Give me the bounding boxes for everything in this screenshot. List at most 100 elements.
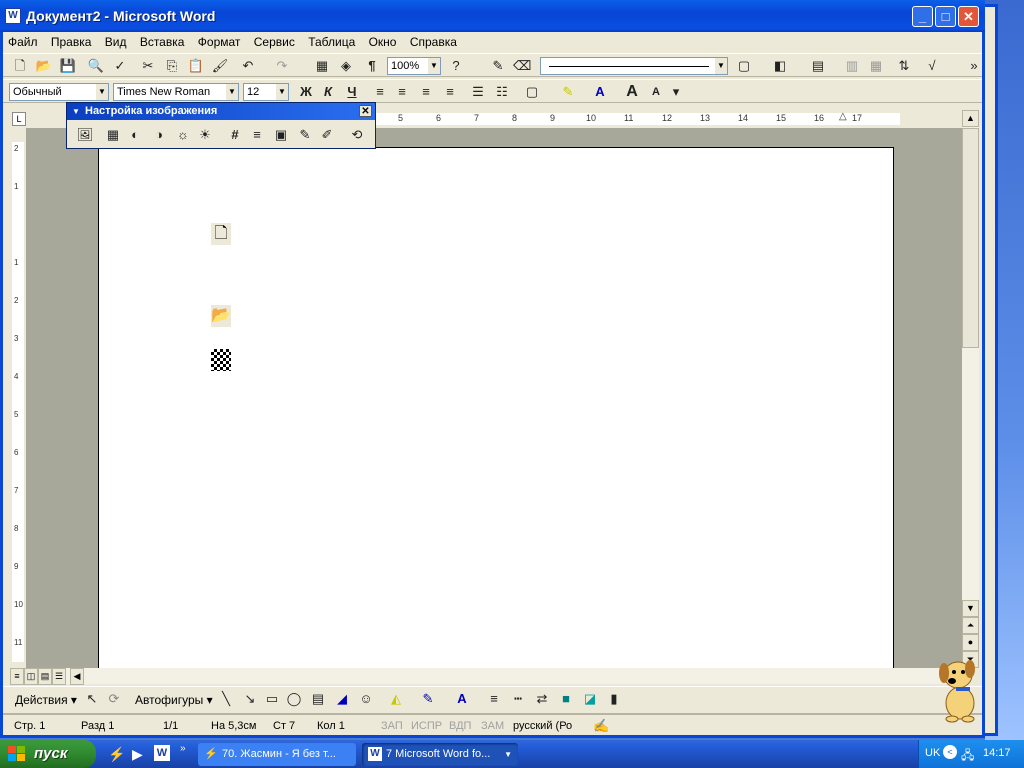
taskbar-item-winamp[interactable]: ⚡ 70. Жасмин - Я без т... [198, 743, 356, 766]
spelling-icon[interactable]: ✓ [111, 58, 129, 75]
line-icon[interactable]: ╲ [217, 691, 235, 708]
menu-table[interactable]: Таблица [303, 32, 360, 49]
copy-icon[interactable]: ⎘ [163, 58, 181, 75]
less-brightness-icon[interactable]: ☀ [195, 125, 215, 145]
document-page[interactable]: 🗋 📂 [98, 147, 894, 668]
justify-icon[interactable]: ≡ [441, 84, 459, 101]
text-box-icon[interactable]: ▤ [309, 691, 327, 708]
scroll-down-icon[interactable]: ▼ [962, 600, 979, 617]
arrow-icon[interactable]: ↘ [241, 691, 259, 708]
media-player-quicklaunch-icon[interactable]: ▶ [132, 746, 143, 763]
inline-picture-icon[interactable] [211, 349, 231, 371]
less-contrast-icon[interactable]: ◑ [149, 125, 169, 145]
status-overtype[interactable]: ЗАМ [481, 718, 504, 734]
scroll-thumb[interactable] [962, 128, 979, 348]
oval-icon[interactable]: ◯ [285, 691, 303, 708]
merge-cells-icon[interactable]: ▥ [843, 58, 861, 75]
style-select[interactable]: Обычный ▼ [9, 83, 109, 101]
format-picture-icon[interactable]: ✎ [295, 125, 315, 145]
picture-toolbar-close-button[interactable]: ✕ [359, 105, 372, 117]
dash-style-icon[interactable]: ┅ [509, 691, 527, 708]
line-style-select[interactable]: ▼ [540, 57, 728, 75]
shadow-icon[interactable]: ■ [557, 691, 575, 708]
office-assistant-dog[interactable] [930, 645, 990, 725]
bold-button[interactable]: Ж [297, 84, 315, 101]
spelling-status-icon[interactable]: ✍ [593, 718, 609, 734]
split-cells-icon[interactable]: ▦ [867, 58, 885, 75]
open-folder-icon[interactable]: 📂 [35, 58, 53, 75]
grow-font-icon[interactable]: A [623, 84, 641, 101]
underline-button[interactable]: Ч [343, 84, 361, 101]
word-doc-icon[interactable]: W [5, 8, 21, 24]
formula-icon[interactable]: √ [923, 58, 941, 75]
minimize-button[interactable]: _ [912, 6, 933, 27]
close-button[interactable]: ✕ [958, 6, 979, 27]
wordart-icon[interactable]: ◢ [333, 691, 351, 708]
menu-help[interactable]: Справка [405, 32, 462, 49]
cut-icon[interactable]: ✂ [139, 58, 157, 75]
status-extend[interactable]: ВДП [449, 718, 471, 734]
border-icon[interactable]: ▢ [735, 58, 753, 75]
toolbar-options-icon[interactable]: » [965, 58, 983, 75]
menu-format[interactable]: Формат [193, 32, 246, 49]
inline-open-folder-icon[interactable]: 📂 [211, 305, 231, 327]
font-select[interactable]: Times New Roman ▼ [113, 83, 239, 101]
rectangle-icon[interactable]: ▭ [263, 691, 281, 708]
show-formatting-icon[interactable]: ¶ [363, 58, 381, 75]
network-icon[interactable]: 🖧 [961, 746, 974, 767]
language-indicator[interactable]: UK [925, 747, 940, 759]
menu-view[interactable]: Вид [100, 32, 132, 49]
status-record[interactable]: ЗАП [381, 718, 403, 734]
actions-menu[interactable]: Действия ▾ [15, 693, 77, 707]
save-icon[interactable]: 💾 [59, 58, 77, 75]
compress-pictures-icon[interactable]: ▣ [271, 125, 291, 145]
new-document-icon[interactable]: 🗋 [11, 58, 29, 75]
align-center-icon[interactable]: ≡ [393, 84, 411, 101]
outline-view-icon[interactable]: ☰ [52, 668, 66, 685]
paste-icon[interactable]: 📋 [187, 58, 205, 75]
select-objects-icon[interactable]: ↖ [83, 691, 101, 708]
line-color-icon[interactable]: ✎ [419, 691, 437, 708]
bullets-icon[interactable]: ☷ [493, 84, 511, 101]
undo-icon[interactable]: ↶ [239, 58, 257, 75]
menu-file[interactable]: Файл [3, 32, 43, 49]
set-transparent-color-icon[interactable]: ✐ [317, 125, 337, 145]
clock[interactable]: 14:17 [983, 747, 1011, 759]
fill-color-icon[interactable]: ◭ [387, 691, 405, 708]
free-rotate-icon[interactable]: ⟳ [105, 691, 123, 708]
word-quicklaunch-icon[interactable]: W [154, 745, 170, 761]
menu-edit[interactable]: Правка [46, 32, 97, 49]
insert-picture-icon[interactable]: 🖼 [75, 125, 95, 145]
winamp-quicklaunch-icon[interactable]: ⚡ [108, 746, 125, 763]
eraser-icon[interactable]: ⌫ [513, 58, 531, 75]
font-size-select[interactable]: 12 ▼ [243, 83, 289, 101]
italic-button[interactable]: К [319, 84, 337, 101]
print-layout-icon[interactable]: ▤ [38, 668, 52, 685]
more-brightness-icon[interactable]: ☼ [173, 125, 193, 145]
quicklaunch-more-icon[interactable]: » [180, 743, 186, 754]
tray-expand-icon[interactable]: < [943, 745, 957, 759]
menu-insert[interactable]: Вставка [135, 32, 190, 49]
sort-icon[interactable]: ⇅ [895, 58, 913, 75]
redo-icon[interactable]: ↷ [273, 58, 291, 75]
reset-picture-icon[interactable]: ⟲ [347, 125, 367, 145]
font-color-icon[interactable]: A [453, 691, 471, 708]
autoshapes-menu[interactable]: Автофигуры ▾ [135, 693, 213, 707]
align-right-icon[interactable]: ≡ [417, 84, 435, 101]
tab-selector[interactable]: L [12, 112, 26, 126]
chart-icon[interactable]: ▮ [605, 691, 623, 708]
horizontal-scrollbar[interactable]: ≡ ◫ ▤ ☰ ◀ [10, 668, 962, 685]
right-indent-marker[interactable]: △ [839, 111, 847, 122]
clip-art-icon[interactable]: ☺ [357, 691, 375, 708]
normal-view-icon[interactable]: ≡ [10, 668, 24, 685]
arrow-style-icon[interactable]: ⇄ [533, 691, 551, 708]
inline-new-document-icon[interactable]: 🗋 [211, 223, 231, 245]
toolbar-menu-icon[interactable]: ▼ [72, 103, 80, 120]
vertical-scrollbar[interactable]: ▲ ▼ ⏶ ● ⏷ [962, 110, 979, 668]
status-language[interactable]: русский (Ро [513, 718, 572, 734]
insert-table-icon[interactable]: ▤ [809, 58, 827, 75]
picture-toolbar-title[interactable]: ▼ Настройка изображения ✕ [67, 103, 375, 120]
status-track[interactable]: ИСПР [411, 718, 442, 734]
shrink-font-icon[interactable]: A [647, 84, 665, 101]
title-bar[interactable]: W Документ2 - Microsoft Word _ □ ✕ [0, 0, 985, 32]
